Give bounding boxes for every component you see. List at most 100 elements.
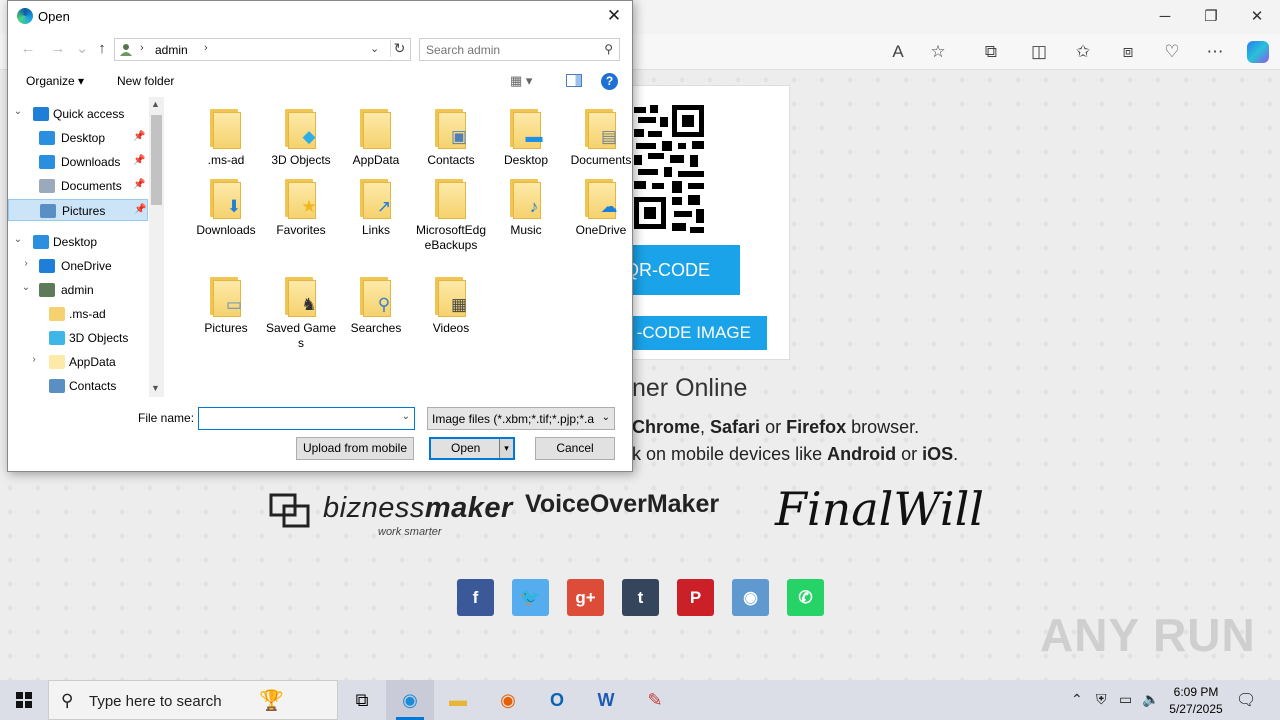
preview-pane-icon[interactable] xyxy=(566,74,582,87)
edge-taskbar-icon[interactable]: ◉ xyxy=(386,680,434,720)
help-button[interactable]: ? xyxy=(601,73,618,90)
expand-chevron-icon[interactable]: ⌄ xyxy=(12,106,24,117)
address-bar[interactable]: › admin › ⌄ ↻ xyxy=(114,38,411,61)
folder-item[interactable]: ▦ Videos xyxy=(414,269,488,359)
pinterest-share-button[interactable]: P xyxy=(677,579,714,616)
tumblr-share-button[interactable]: t xyxy=(622,579,659,616)
new-folder-button[interactable]: New folder xyxy=(117,74,174,88)
expand-chevron-icon[interactable]: ⌄ xyxy=(20,282,32,293)
tree-item-quick-access[interactable]: ⌄ Quick access xyxy=(8,103,148,125)
forward-arrow-icon[interactable]: → xyxy=(48,38,68,60)
search-box[interactable]: ⚲ xyxy=(419,38,620,61)
task-view-icon[interactable]: ⧉ xyxy=(338,680,386,720)
folder-item[interactable]: ☁ OneDrive xyxy=(564,171,638,261)
tree-item-pictures[interactable]: Pictures 📌 xyxy=(8,199,148,221)
breadcrumb-admin[interactable]: admin xyxy=(155,43,188,57)
tree-item-downloads[interactable]: Downloads 📌 xyxy=(8,151,148,173)
file-name-dropdown-icon[interactable]: ⌄ xyxy=(402,411,410,422)
browser-essentials-icon[interactable]: ♡ xyxy=(1160,41,1184,63)
expand-chevron-icon[interactable]: ⌄ xyxy=(12,234,24,245)
split-screen-icon[interactable]: ◫ xyxy=(1027,41,1051,63)
favorite-star-icon[interactable]: ☆ xyxy=(926,41,950,63)
file-explorer-icon[interactable]: ▬ xyxy=(434,680,482,720)
file-name-combobox[interactable]: ⌄ xyxy=(198,407,415,430)
volume-icon[interactable]: 🔈 xyxy=(1142,691,1159,708)
edge-icon xyxy=(17,8,33,24)
favorites-icon[interactable]: ✩ xyxy=(1071,41,1095,63)
tray-chevron-icon[interactable]: ⌃ xyxy=(1071,691,1083,708)
notifications-icon[interactable]: 🗨 xyxy=(1236,690,1256,710)
file-type-select[interactable]: Image files (*.xbm;*.tif;*.pjp;*.a ⌄ xyxy=(427,407,615,430)
folder-item[interactable]: ★ Favorites xyxy=(264,171,338,261)
taskbar-search[interactable]: ⚲ Type here to search 🏆 xyxy=(48,680,338,720)
restore-button[interactable]: ❐ xyxy=(1191,6,1231,28)
start-button[interactable] xyxy=(0,680,48,720)
tree-item-contacts[interactable]: Contacts xyxy=(8,375,148,397)
extensions-icon[interactable]: ⧉ xyxy=(979,41,1003,63)
folder-item[interactable]: ▭ Pictures xyxy=(189,269,263,359)
biznessmaker-logo[interactable]: biznessmaker work smarter xyxy=(268,490,512,540)
search-input[interactable] xyxy=(426,42,596,58)
cancel-button[interactable]: Cancel xyxy=(535,437,615,460)
folder-item[interactable]: MicrosoftEdgeBackups xyxy=(414,171,488,261)
firefox-icon[interactable]: ◉ xyxy=(484,680,532,720)
recent-locations-chevron-icon[interactable]: ⌄ xyxy=(72,38,92,60)
tree-item-desktop[interactable]: ⌄ Desktop xyxy=(8,231,148,253)
folder-item[interactable]: ↗ Links xyxy=(339,171,413,261)
folder-icon: ▬ xyxy=(510,109,544,149)
tree-item-documents[interactable]: Documents 📌 xyxy=(8,175,148,197)
back-arrow-icon[interactable]: ← xyxy=(18,38,38,60)
read-aloud-icon[interactable]: A xyxy=(886,41,910,63)
minimize-button[interactable]: ─ xyxy=(1145,6,1185,28)
security-icon[interactable]: ⛨ xyxy=(1096,691,1107,708)
address-dropdown-icon[interactable]: ⌄ xyxy=(370,42,379,55)
whatsapp-share-button[interactable]: ✆ xyxy=(787,579,824,616)
clock-date[interactable]: 5/27/2025 xyxy=(1166,702,1226,716)
up-arrow-icon[interactable]: ↑ xyxy=(92,38,112,60)
reddit-share-button[interactable]: ◉ xyxy=(732,579,769,616)
scroll-up-icon[interactable]: ▲ xyxy=(151,99,160,109)
change-view-icon[interactable]: ▦ ▾ xyxy=(510,73,532,89)
tree-item-desktop[interactable]: Desktop 📌 xyxy=(8,127,148,149)
dialog-close-button[interactable]: ✕ xyxy=(602,5,626,27)
expand-chevron-icon[interactable]: › xyxy=(28,354,40,365)
folder-item[interactable]: ⚲ Searches xyxy=(339,269,413,359)
clock-time[interactable]: 6:09 PM xyxy=(1172,685,1220,699)
tree-item-appdata[interactable]: › AppData xyxy=(8,351,148,373)
word-icon[interactable]: W xyxy=(582,680,630,720)
close-browser-button[interactable]: ✕ xyxy=(1237,6,1277,28)
breadcrumb-chevron-icon[interactable]: › xyxy=(140,42,144,54)
upload-from-mobile-button[interactable]: Upload from mobile xyxy=(296,437,414,460)
scroll-thumb[interactable] xyxy=(151,115,162,205)
tree-item-label: Desktop xyxy=(53,235,98,249)
outlook-icon[interactable]: O xyxy=(533,680,581,720)
expand-chevron-icon[interactable]: › xyxy=(20,258,32,269)
folder-icon: ★ xyxy=(285,179,319,219)
tree-item-admin[interactable]: ⌄ admin xyxy=(8,279,148,301)
breadcrumb-chevron-icon-2[interactable]: › xyxy=(204,42,208,54)
file-type-dropdown-icon[interactable]: ⌄ xyxy=(602,412,610,423)
app-taskbar-icon[interactable]: ✎ xyxy=(631,680,679,720)
twitter-share-button[interactable]: 🐦 xyxy=(512,579,549,616)
scroll-down-icon[interactable]: ▼ xyxy=(151,383,160,393)
refresh-icon[interactable]: ↻ xyxy=(390,40,408,57)
tree-item-ms-ad[interactable]: .ms-ad xyxy=(8,303,148,325)
more-menu-icon[interactable]: ⋯ xyxy=(1203,41,1227,63)
copilot-icon[interactable] xyxy=(1247,41,1269,63)
collections-icon[interactable]: ⧈ xyxy=(1116,41,1140,63)
folder-item[interactable]: ⬇ Downloads xyxy=(189,171,263,261)
finalwill-logo[interactable]: FinalWill xyxy=(775,482,984,536)
file-name-input[interactable] xyxy=(202,411,392,427)
organize-button[interactable]: Organize ▾ xyxy=(26,74,84,88)
folder-item[interactable]: ♪ Music xyxy=(489,171,563,261)
tree-item-onedrive[interactable]: › OneDrive xyxy=(8,255,148,277)
open-button[interactable]: Open ▾ xyxy=(429,437,515,460)
facebook-share-button[interactable]: f xyxy=(457,579,494,616)
google-plus-share-button[interactable]: g+ xyxy=(567,579,604,616)
open-split-dropdown-icon[interactable]: ▾ xyxy=(499,439,513,458)
folder-item[interactable]: ♞ Saved Games xyxy=(264,269,338,359)
tree-item-3d-objects[interactable]: 3D Objects xyxy=(8,327,148,349)
voiceovermaker-logo[interactable]: VoiceOverMaker xyxy=(525,490,719,519)
network-icon[interactable]: ▭ xyxy=(1119,691,1132,708)
tree-scrollbar[interactable]: ▲ ▼ xyxy=(149,97,164,397)
